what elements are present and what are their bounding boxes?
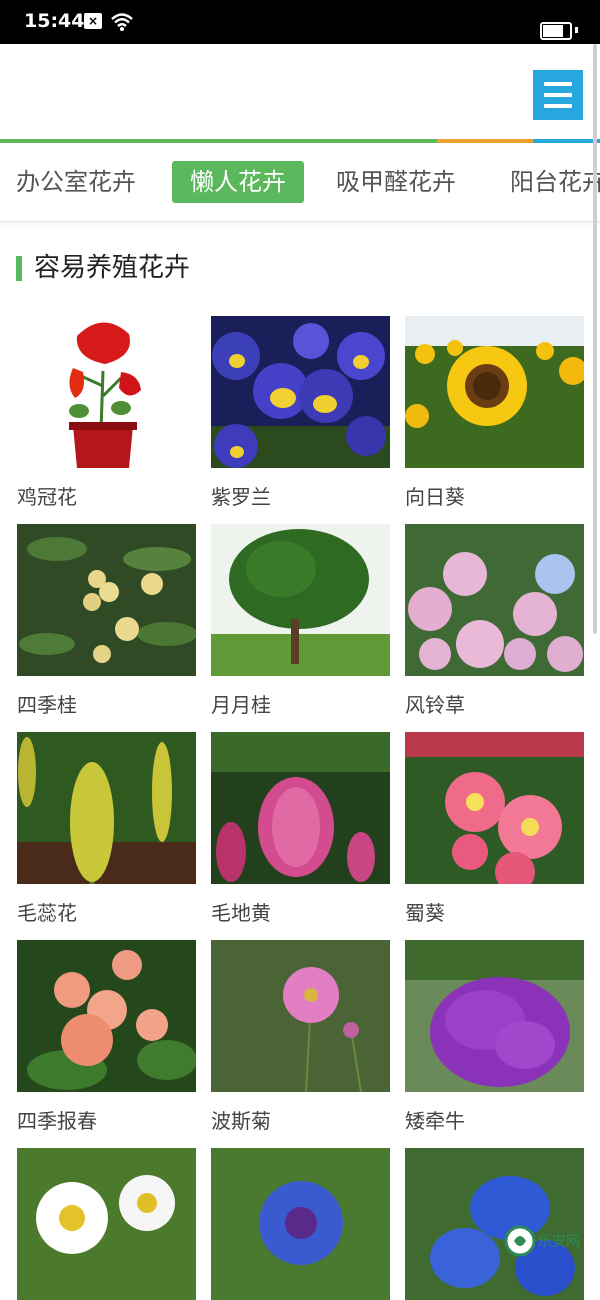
category-tabs: 办公室花卉 懒人花卉 吸甲醛花卉 阳台花卉 — [0, 143, 600, 222]
wifi-icon — [111, 13, 133, 31]
flower-name: 四季报春 — [17, 1109, 97, 1133]
cosmos-image — [211, 940, 390, 1092]
flower-name: 向日葵 — [405, 485, 465, 509]
menu-button[interactable] — [533, 70, 583, 120]
scrollbar[interactable] — [593, 44, 597, 634]
status-time: 15:44 — [24, 10, 85, 32]
laurel-tree-image — [211, 524, 390, 676]
flower-name: 四季桂 — [17, 693, 77, 717]
flower-name: 毛地黄 — [211, 901, 271, 925]
watermark-logo: 乐安网 — [504, 1225, 580, 1257]
flower-name: 波斯菊 — [211, 1109, 271, 1133]
tab-formaldehyde-flowers[interactable]: 吸甲醛花卉 — [318, 161, 474, 203]
primrose-image — [17, 940, 196, 1092]
menu-icon-line — [544, 104, 572, 108]
cockscomb-image — [17, 316, 196, 468]
battery-level — [543, 25, 563, 37]
section-title-bar — [16, 256, 22, 281]
hollyhock-image — [405, 732, 584, 884]
status-bar: 15:44 × — [0, 0, 600, 44]
petunia-image — [405, 940, 584, 1092]
tab-balcony-flowers[interactable]: 阳台花卉 — [492, 161, 600, 203]
menu-icon-line — [544, 93, 572, 97]
section-title: 容易养殖花卉 — [16, 250, 190, 286]
cornflower-image — [211, 1148, 390, 1300]
section-title-text: 容易养殖花卉 — [34, 253, 191, 283]
battery-cap — [575, 27, 578, 33]
flower-name: 月月桂 — [211, 693, 271, 717]
bellflower-image — [405, 524, 584, 676]
watermark-text: 乐安网 — [538, 1234, 580, 1250]
sim-x-icon: × — [84, 13, 102, 29]
menu-icon-line — [544, 82, 572, 86]
pansy-image — [211, 316, 390, 468]
sunflower-image — [405, 316, 584, 468]
tab-office-flowers[interactable]: 办公室花卉 — [0, 161, 154, 203]
flower-name: 鸡冠花 — [17, 485, 77, 509]
mullein-image — [17, 732, 196, 884]
foxglove-image — [211, 732, 390, 884]
flower-name: 蜀葵 — [405, 901, 445, 925]
daisy-image — [17, 1148, 196, 1300]
flower-name: 风铃草 — [405, 693, 465, 717]
app-header — [0, 44, 600, 140]
battery-icon — [540, 22, 572, 40]
tab-easy-flowers[interactable]: 懒人花卉 — [172, 161, 304, 203]
flower-name: 毛蕊花 — [17, 901, 77, 925]
flower-name: 矮牵牛 — [405, 1109, 465, 1133]
flower-name: 紫罗兰 — [211, 485, 271, 509]
osmanthus-image — [17, 524, 196, 676]
